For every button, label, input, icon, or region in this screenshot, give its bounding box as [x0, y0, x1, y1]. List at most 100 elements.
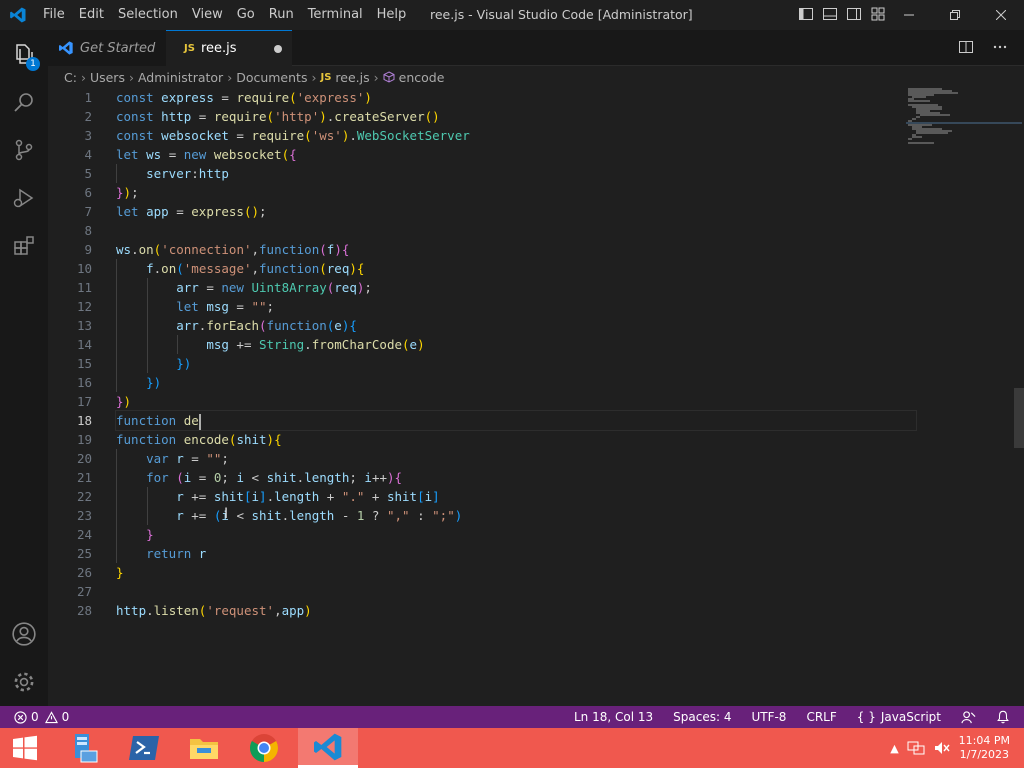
accounts-icon[interactable]	[0, 610, 48, 658]
taskbar-clock[interactable]: 11:04 PM 1/7/2023	[959, 734, 1010, 762]
breadcrumb-symbol[interactable]: encode	[399, 70, 445, 85]
code-line[interactable]: f.on('message',function(req){	[116, 259, 916, 278]
windows-start-icon[interactable]	[0, 728, 50, 768]
menu-run[interactable]: Run	[262, 0, 301, 30]
menu-go[interactable]: Go	[230, 0, 262, 30]
powershell-icon[interactable]	[114, 728, 174, 768]
line-number: 15	[76, 356, 92, 371]
explorer-icon[interactable]: 1	[0, 30, 48, 78]
line-number: 23	[76, 508, 92, 523]
manage-gear-icon[interactable]	[0, 658, 48, 706]
server-manager-icon[interactable]	[54, 728, 114, 768]
scrollbar-thumb[interactable]	[1014, 388, 1024, 448]
code-line[interactable]: server:http	[116, 164, 916, 183]
menu-help[interactable]: Help	[370, 0, 414, 30]
code-line[interactable]: for (i = 0; i < shit.length; i++){	[116, 468, 916, 487]
menu-terminal[interactable]: Terminal	[301, 0, 370, 30]
code-line[interactable]	[116, 582, 916, 601]
text-cursor	[198, 413, 201, 430]
code-line[interactable]: let app = express();	[116, 202, 916, 221]
error-count: 0	[31, 710, 39, 724]
volume-muted-icon[interactable]	[933, 740, 951, 756]
line-number-gutter: 1 2 3 4 5 6 7 8 9 10 11 12 13 14 15 16 17 18 19 20 21 22 23 24 2…	[48, 88, 92, 620]
code-line[interactable]: r += (i < shit.length - 1 ? "," : ";")	[116, 506, 916, 525]
toggle-secondary-sidebar-icon[interactable]	[846, 6, 862, 22]
code-line[interactable]: });	[116, 183, 916, 202]
minimap[interactable]	[906, 88, 1022, 168]
code-line[interactable]: })	[116, 354, 916, 373]
breadcrumb-administrator[interactable]: Administrator	[138, 70, 223, 85]
tab-label: Get Started	[80, 40, 156, 56]
close-button[interactable]	[978, 0, 1024, 30]
toggle-panel-icon[interactable]	[822, 6, 838, 22]
vscode-logo-icon	[0, 0, 36, 30]
search-icon[interactable]	[0, 78, 48, 126]
code-line[interactable]: }	[116, 525, 916, 544]
breadcrumb-drive[interactable]: C:	[64, 70, 77, 85]
vertical-scrollbar[interactable]	[1010, 88, 1024, 706]
line-number: 14	[76, 337, 92, 352]
more-actions-icon[interactable]	[992, 39, 1008, 55]
breadcrumb-documents[interactable]: Documents	[236, 70, 307, 85]
javascript-file-icon: JS	[184, 43, 195, 54]
toggle-primary-sidebar-icon[interactable]	[798, 6, 814, 22]
customize-layout-icon[interactable]	[870, 6, 886, 22]
code-line[interactable]: let ws = new websocket({	[116, 145, 916, 164]
breadcrumb-users[interactable]: Users	[90, 70, 125, 85]
unsaved-changes-dot-icon[interactable]	[274, 45, 282, 53]
code-line[interactable]: let msg = "";	[116, 297, 916, 316]
file-explorer-icon[interactable]	[174, 728, 234, 768]
code-line[interactable]: const websocket = require('ws').WebSocke…	[116, 126, 916, 145]
code-line[interactable]: return r	[116, 544, 916, 563]
code-line[interactable]	[116, 221, 916, 240]
code-line[interactable]: const express = require('express')	[116, 88, 916, 107]
minimize-button[interactable]	[886, 0, 932, 30]
menu-view[interactable]: View	[185, 0, 230, 30]
code-line[interactable]: }	[116, 563, 916, 582]
restore-button[interactable]	[932, 0, 978, 30]
code-line[interactable]: arr.forEach(function(e){	[116, 316, 916, 335]
code-line[interactable]: ws.on('connection',function(f){	[116, 240, 916, 259]
line-number: 19	[76, 432, 92, 447]
breadcrumb-file[interactable]: ree.js	[335, 70, 369, 85]
split-editor-icon[interactable]	[958, 39, 974, 55]
indentation[interactable]: Spaces: 4	[673, 710, 731, 724]
code-lines[interactable]: const express = require('express') const…	[115, 88, 917, 620]
chevron-right-icon: ›	[227, 69, 233, 85]
editor-actions	[958, 39, 1008, 55]
code-line[interactable]: })	[116, 392, 916, 411]
file-encoding[interactable]: UTF-8	[751, 710, 786, 724]
menu-selection[interactable]: Selection	[111, 0, 185, 30]
menu-file[interactable]: File	[36, 0, 72, 30]
menu-edit[interactable]: Edit	[72, 0, 111, 30]
network-icon[interactable]	[907, 740, 925, 756]
tab-get-started[interactable]: Get Started	[48, 30, 166, 66]
warning-icon	[44, 710, 58, 723]
code-line[interactable]: })	[116, 373, 916, 392]
problems-indicator[interactable]: 0 0	[14, 706, 69, 728]
code-editor[interactable]: 1 2 3 4 5 6 7 8 9 10 11 12 13 14 15 16 17 18 19 20 21 22 23 24 2…	[48, 88, 1024, 706]
line-number: 12	[76, 299, 92, 314]
code-line[interactable]: function encode(shit){	[116, 430, 916, 449]
line-number: 13	[76, 318, 92, 333]
accounts-feedback-icon[interactable]	[961, 710, 976, 725]
code-line[interactable]: http.listen('request',app)	[116, 601, 916, 620]
cursor-position[interactable]: Ln 18, Col 13	[574, 710, 653, 724]
code-line[interactable]: msg += String.fromCharCode(e)	[116, 335, 916, 354]
vscode-taskbar-icon[interactable]	[298, 728, 358, 768]
tab-ree-js[interactable]: JS ree.js	[166, 30, 292, 66]
code-line[interactable]: arr = new Uint8Array(req);	[116, 278, 916, 297]
code-line[interactable]: const http = require('http').createServe…	[116, 107, 916, 126]
source-control-icon[interactable]	[0, 126, 48, 174]
extensions-icon[interactable]	[0, 222, 48, 270]
chevron-up-icon[interactable]: ▲	[890, 742, 898, 755]
code-line-current[interactable]: function de	[115, 410, 917, 431]
chrome-icon[interactable]	[234, 728, 294, 768]
notifications-bell-icon[interactable]	[996, 710, 1010, 724]
line-number: 3	[84, 128, 92, 143]
code-line[interactable]: r += shit[i].length + "." + shit[i]	[116, 487, 916, 506]
line-ending[interactable]: CRLF	[806, 710, 836, 724]
code-line[interactable]: var r = "";	[116, 449, 916, 468]
language-mode[interactable]: { } JavaScript	[857, 710, 941, 724]
run-debug-icon[interactable]	[0, 174, 48, 222]
